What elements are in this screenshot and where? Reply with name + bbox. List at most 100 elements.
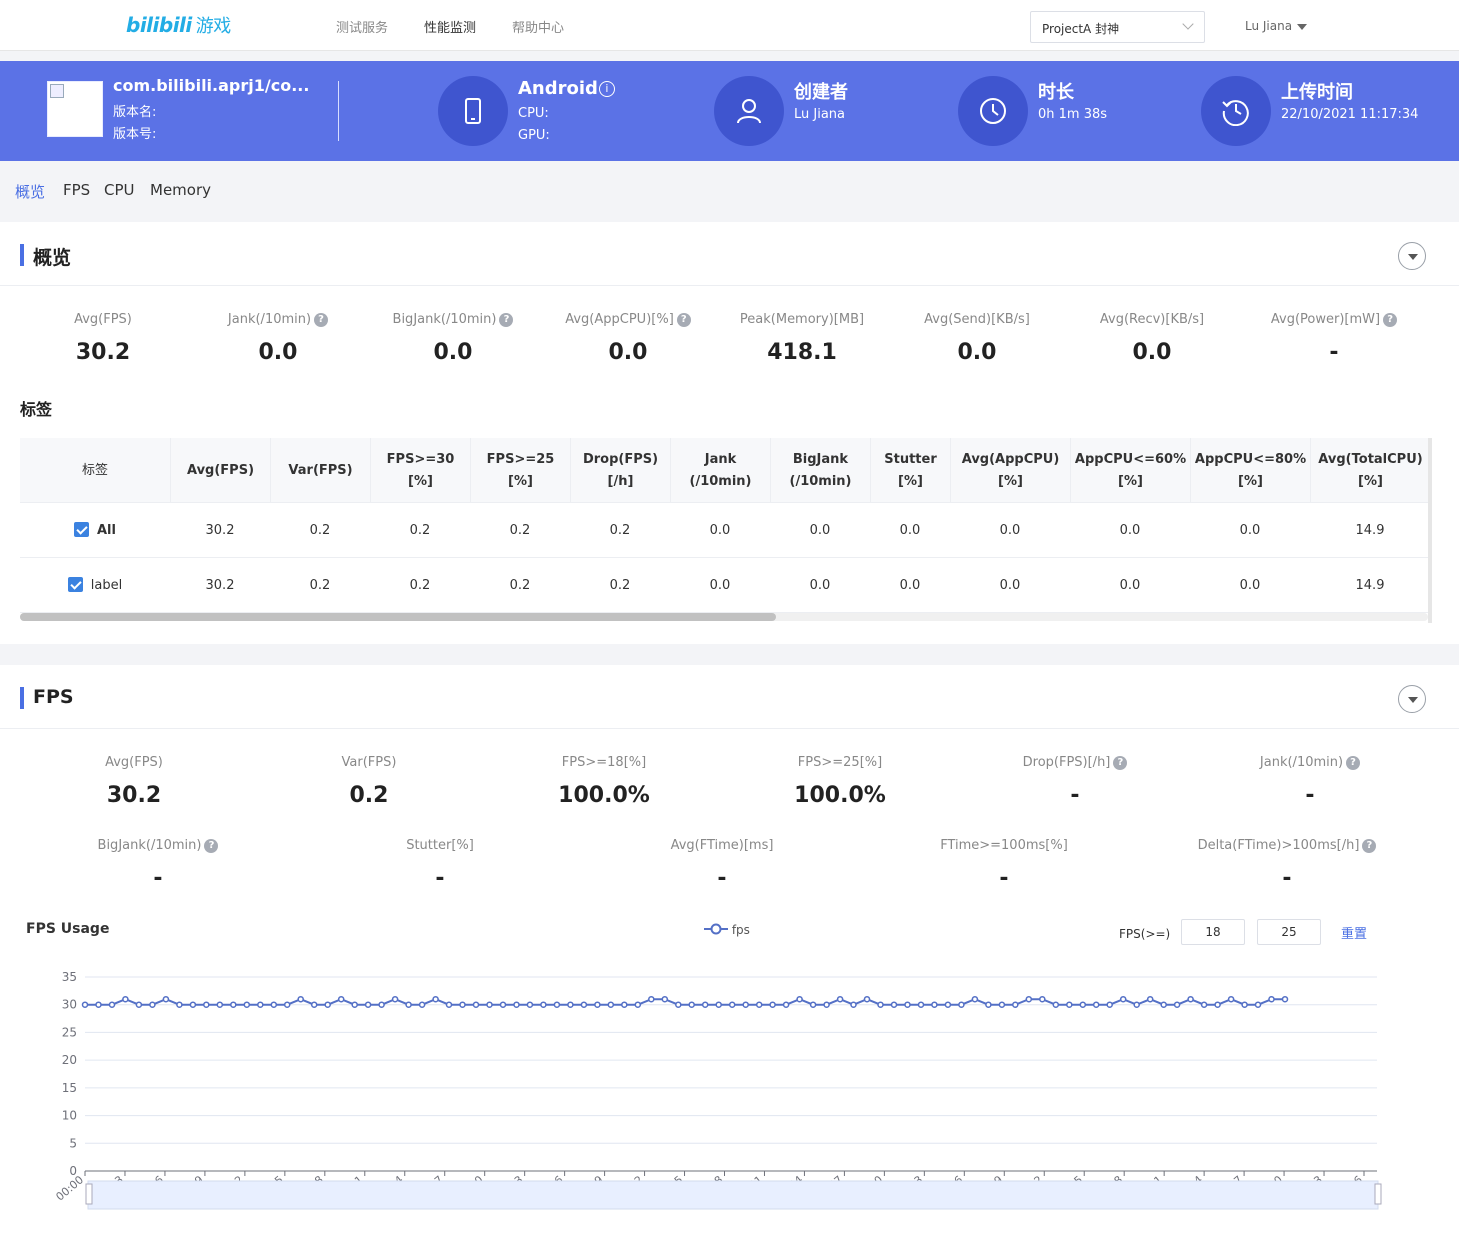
zoom-handle-right xyxy=(1374,1183,1382,1205)
fps-data-point xyxy=(216,1001,224,1008)
info-icon[interactable]: i xyxy=(598,81,615,97)
stat-value: - xyxy=(1282,866,1292,891)
tag-cell[interactable]: All xyxy=(20,503,170,558)
table-cell: 30.2 xyxy=(205,523,235,538)
tab-fps[interactable]: FPS xyxy=(63,181,90,199)
fps-data-point xyxy=(823,1001,830,1008)
bilibili-logo[interactable]: bilibili 游戏 xyxy=(126,12,231,38)
fps-data-point xyxy=(715,1001,722,1008)
duration-label: 时长 xyxy=(1038,82,1074,103)
help-icon[interactable]: ? xyxy=(1113,756,1128,770)
column-header: FPS>=30 [%] xyxy=(370,438,470,503)
fps-data-point xyxy=(607,1001,615,1008)
tag-cell[interactable]: label xyxy=(20,558,170,613)
y-tick-label: 30 xyxy=(62,998,77,1012)
table-cell: 0.2 xyxy=(309,578,331,593)
stat-label: Drop(FPS)[/h]? xyxy=(955,755,1195,770)
user-icon xyxy=(714,76,784,146)
fps-data-point xyxy=(904,1001,911,1008)
stat-label: Avg(FPS) xyxy=(105,755,163,770)
tags-title: 标签 xyxy=(20,400,53,419)
app-info-banner: com.bilibili.aprj1/co... 版本名: 版本号: Andro… xyxy=(0,61,1459,161)
stat-label: Var(FPS) xyxy=(341,755,397,770)
table-cell: 14.9 xyxy=(1355,578,1385,593)
fps-data-point xyxy=(1066,1001,1073,1008)
fps-data-point xyxy=(782,1001,790,1008)
fps-data-point xyxy=(540,1001,547,1008)
help-icon[interactable]: ? xyxy=(1383,313,1398,327)
y-tick-label: 20 xyxy=(62,1053,77,1067)
fps-data-point xyxy=(499,1001,507,1008)
table-cell: 0.2 xyxy=(609,578,631,593)
stat-label: Delta(FTime)>100ms[/h]? xyxy=(1167,838,1407,853)
overview-stat: Avg(Power)[mW]? - xyxy=(1214,312,1454,365)
table-cell: 0.0 xyxy=(709,523,731,538)
scrollbar-thumb[interactable] xyxy=(20,613,776,621)
table-cell: 0.2 xyxy=(409,578,431,593)
table-cell: 0.0 xyxy=(709,578,731,593)
horizontal-scrollbar[interactable] xyxy=(20,613,1428,621)
fps-data-point xyxy=(1200,1001,1208,1008)
table-cell: 0.0 xyxy=(999,578,1021,593)
help-icon[interactable]: ? xyxy=(314,313,329,327)
fps-data-point xyxy=(580,1001,588,1008)
checkbox-checked-icon[interactable] xyxy=(67,577,83,592)
table-cell: 14.9 xyxy=(1355,523,1385,538)
table-cell: 0.0 xyxy=(809,578,831,593)
checkbox-checked-icon[interactable] xyxy=(74,522,89,537)
fps-stat: FTime>=100ms[%] - xyxy=(884,838,1124,891)
project-select[interactable]: ProjectA 封神 xyxy=(1030,11,1205,43)
fps-data-point xyxy=(863,995,871,1003)
fps-stat: Delta(FTime)>100ms[/h]? - xyxy=(1167,838,1407,891)
fps-data-point xyxy=(701,1001,709,1008)
help-icon[interactable]: ? xyxy=(1362,839,1377,853)
tab-cpu[interactable]: CPU xyxy=(104,181,135,199)
fps-data-point xyxy=(675,1001,682,1008)
table-cell: 0.0 xyxy=(899,578,921,593)
fps-data-point xyxy=(998,1001,1006,1008)
phone-icon xyxy=(438,76,508,146)
fps-data-point xyxy=(162,995,170,1003)
fps-data-point xyxy=(1092,1001,1100,1008)
table-cell: 0.2 xyxy=(509,523,531,538)
tab-memory[interactable]: Memory xyxy=(150,181,211,199)
table-cell: 0.0 xyxy=(1239,578,1261,593)
stat-value: - xyxy=(435,866,445,891)
user-menu[interactable]: Lu Jiana xyxy=(1245,19,1308,33)
fps-data-point xyxy=(1146,995,1154,1003)
stat-value: - xyxy=(1329,340,1339,365)
fps-data-point xyxy=(1227,995,1235,1003)
chart-legend[interactable]: fps xyxy=(704,923,750,937)
fps-data-point xyxy=(971,995,979,1003)
column-header: BigJank (/10min) xyxy=(770,438,870,503)
tab-overview[interactable]: 概览 xyxy=(15,181,45,202)
fps-data-point xyxy=(648,995,655,1003)
app-icon-image xyxy=(47,81,103,137)
nav-link-performance[interactable]: 性能监测 xyxy=(424,17,476,36)
help-icon[interactable]: ? xyxy=(204,839,219,853)
cpu-label: CPU: xyxy=(518,106,549,121)
fps-data-point xyxy=(257,1001,264,1008)
fps-data-point xyxy=(1254,1001,1262,1008)
nav-link-help[interactable]: 帮助中心 xyxy=(512,17,564,36)
fps-data-point xyxy=(985,1001,992,1008)
column-header: 标签 xyxy=(81,462,108,478)
stat-label: Avg(Power)[mW]? xyxy=(1214,312,1454,327)
collapse-fps-button[interactable] xyxy=(1398,685,1426,713)
stat-value: 30.2 xyxy=(106,783,162,808)
table-cell: 0.0 xyxy=(899,523,921,538)
fps-data-point xyxy=(1119,995,1127,1003)
y-tick-label: 25 xyxy=(62,1025,77,1039)
fps-stat: BigJank(/10min)? - xyxy=(38,838,278,891)
nav-link-test-service[interactable]: 测试服务 xyxy=(336,17,388,36)
fps-stat: Drop(FPS)[/h]? - xyxy=(955,755,1195,808)
fps-line-chart: 0510152025303500:0000:0300:0600:0900:120… xyxy=(53,970,1382,1210)
collapse-overview-button[interactable] xyxy=(1398,242,1426,270)
help-icon[interactable]: ? xyxy=(1346,756,1361,770)
section-tabs: 概览 FPS CPU Memory xyxy=(0,161,1459,220)
fps-data-point xyxy=(283,1001,291,1008)
creator-label: 创建者 xyxy=(794,82,848,103)
stat-value: 100.0% xyxy=(794,783,886,808)
column-header: Avg(FPS) xyxy=(170,438,270,503)
version-code-label: 版本号: xyxy=(113,127,157,142)
